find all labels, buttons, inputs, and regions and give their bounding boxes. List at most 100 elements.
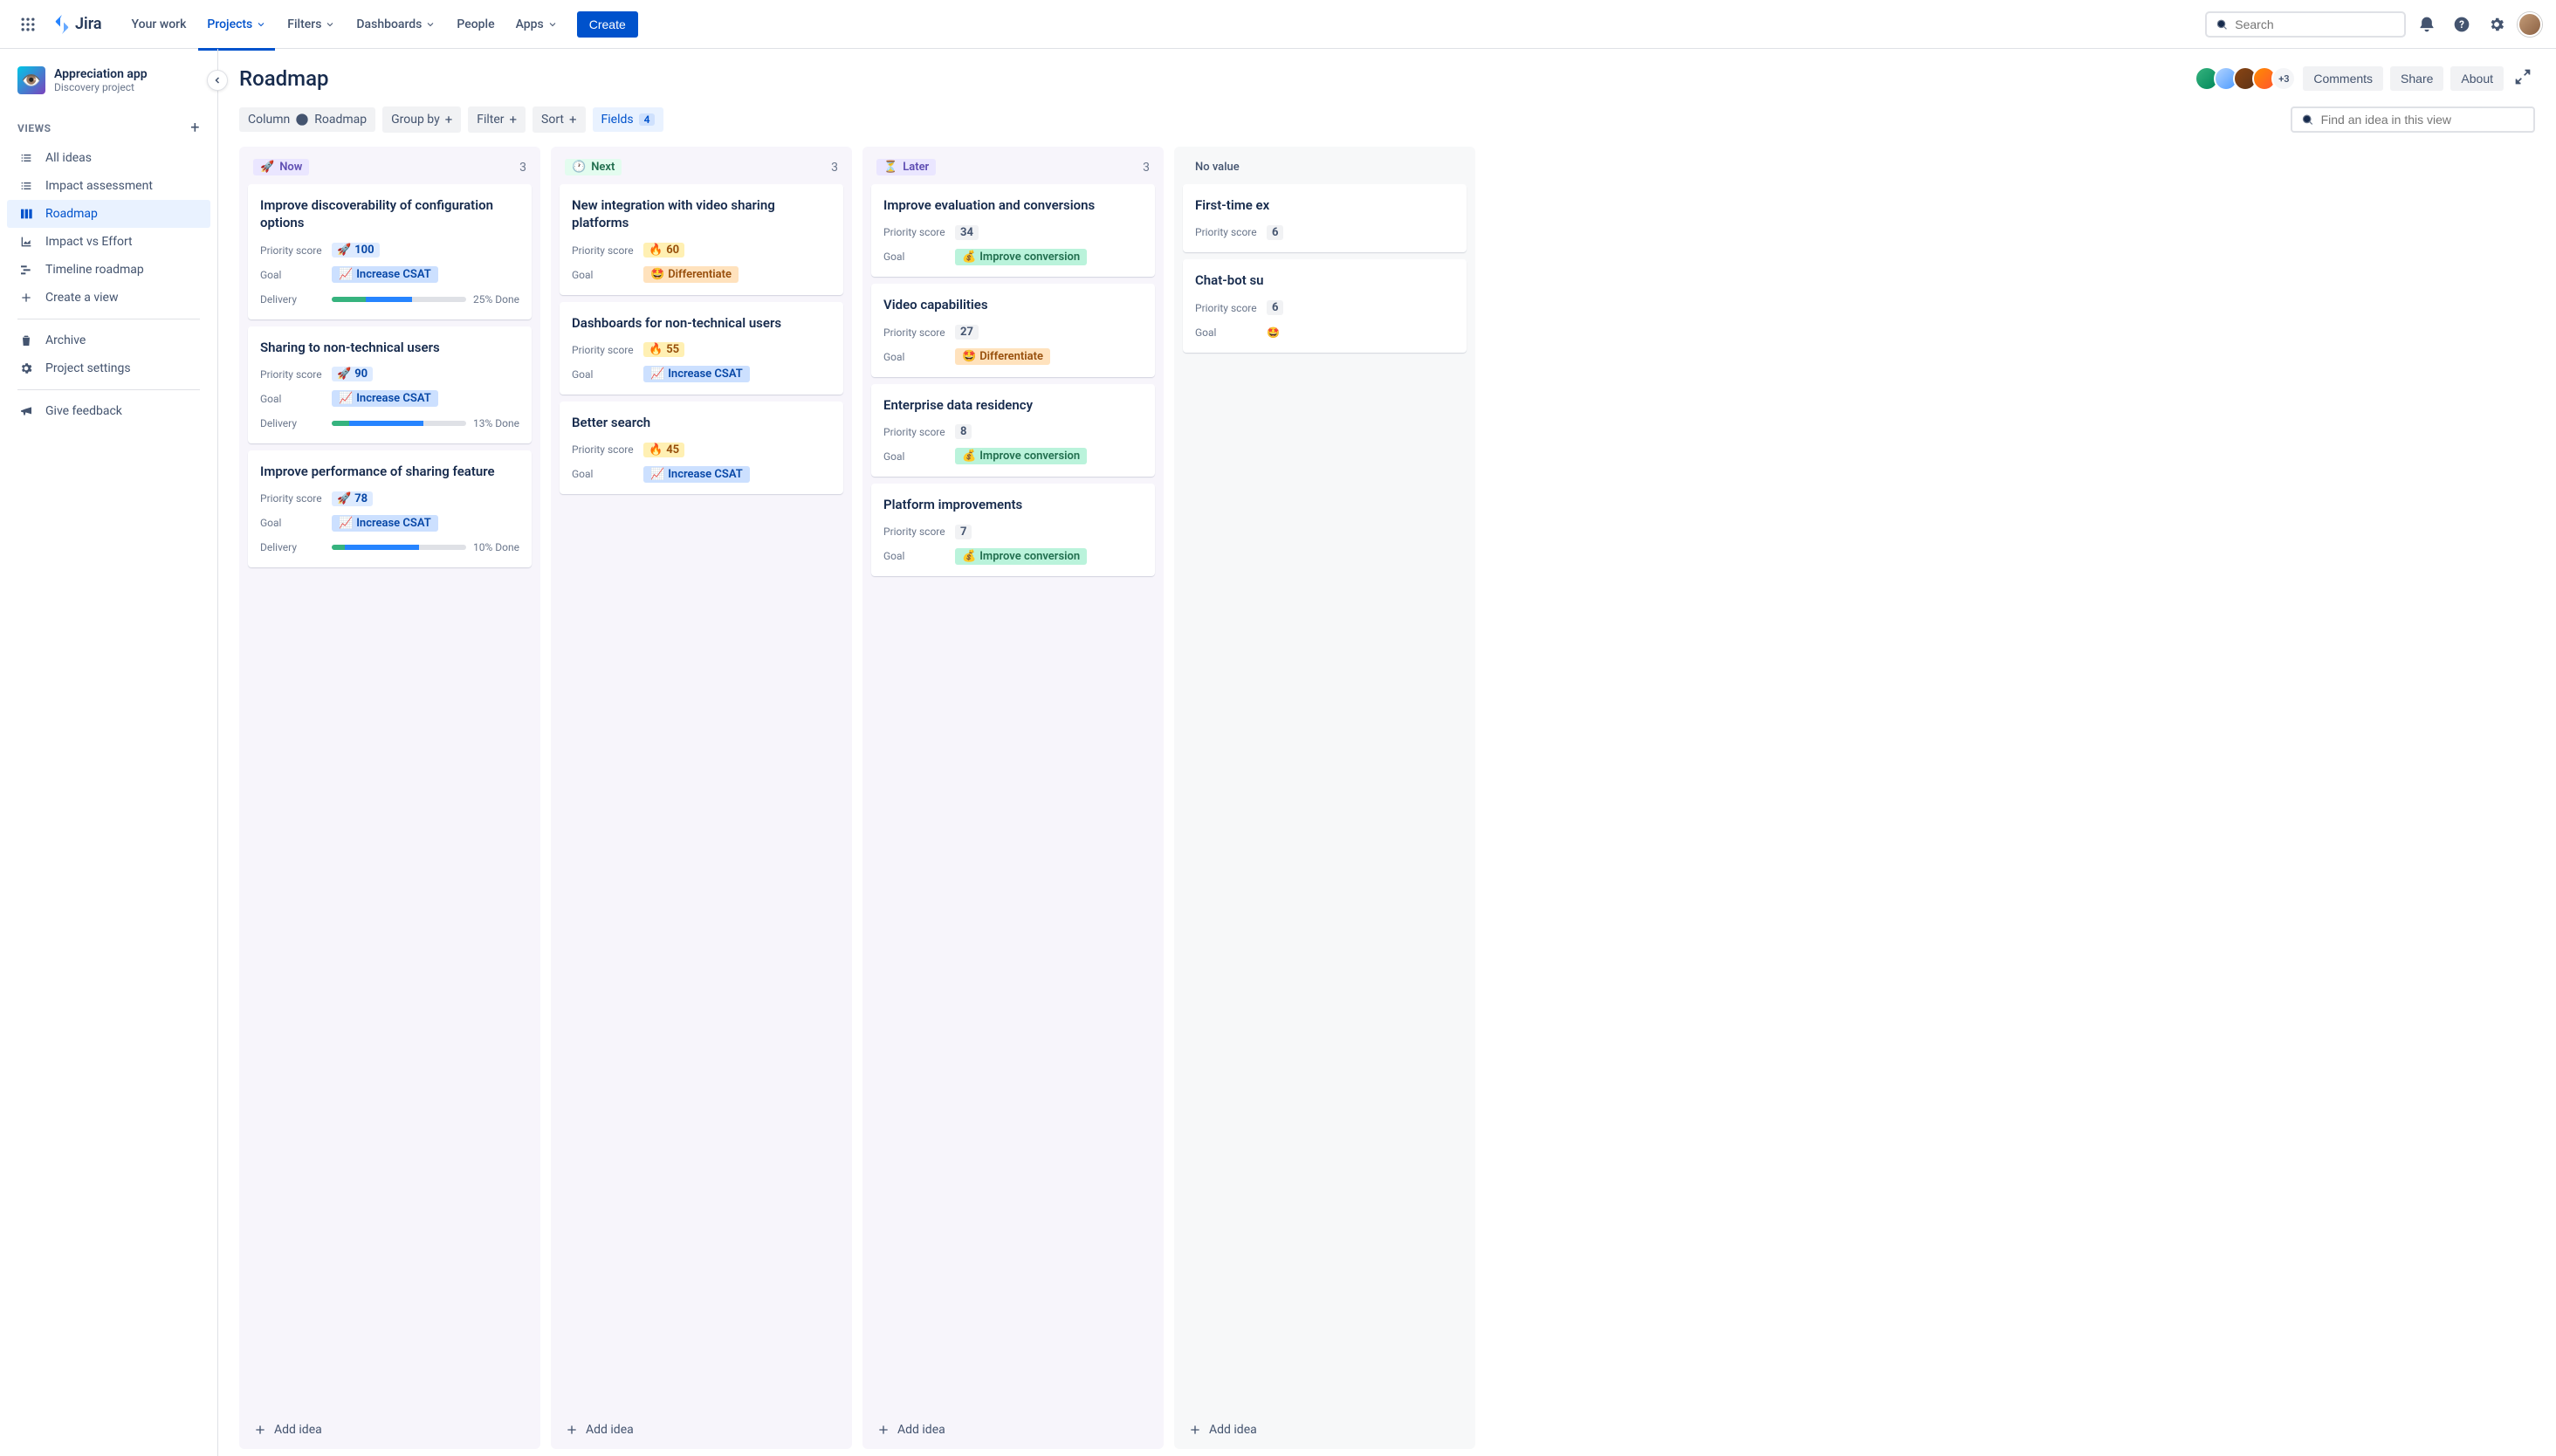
priority-label: Priority score xyxy=(572,244,643,257)
sidebar-item-timeline-roadmap[interactable]: Timeline roadmap xyxy=(7,256,210,284)
column-tag: 🚀Now xyxy=(253,159,309,175)
idea-card[interactable]: Improve evaluation and conversions Priori… xyxy=(871,184,1155,277)
nav-items: Your workProjectsFiltersDashboardsPeople… xyxy=(123,10,567,38)
find-input[interactable] xyxy=(2321,113,2525,127)
goal-label: Goal xyxy=(883,251,955,263)
sidebar-feedback[interactable]: Give feedback xyxy=(7,397,210,425)
goal-badge: 📈Increase CSAT xyxy=(643,366,750,382)
column-count: 3 xyxy=(1143,161,1150,175)
avatar-stack[interactable]: +3 xyxy=(2195,66,2296,91)
plus-icon xyxy=(17,291,35,305)
sidebar-item-roadmap[interactable]: Roadmap xyxy=(7,200,210,228)
create-button[interactable]: Create xyxy=(577,11,638,38)
column-chip[interactable]: Column Roadmap xyxy=(239,107,375,132)
board-icon xyxy=(17,207,35,221)
plus-icon xyxy=(565,1423,579,1437)
notifications-icon[interactable] xyxy=(2413,10,2441,38)
column-tag: ⏳Later xyxy=(876,159,936,175)
card-title: Platform improvements xyxy=(883,496,1143,513)
add-idea-button[interactable]: Add idea xyxy=(560,1414,843,1440)
search-input[interactable] xyxy=(2235,17,2395,31)
sidebar-item-impact-vs-effort[interactable]: Impact vs Effort xyxy=(7,228,210,256)
column-count: 3 xyxy=(831,161,838,175)
add-idea-button[interactable]: Add idea xyxy=(1183,1414,1467,1440)
idea-card[interactable]: First-time exPriority score6 xyxy=(1183,184,1467,252)
settings-icon[interactable] xyxy=(2483,10,2511,38)
nav-item-your-work[interactable]: Your work xyxy=(123,10,196,38)
idea-card[interactable]: Improve discoverability of configuration… xyxy=(248,184,532,319)
global-search[interactable] xyxy=(2205,11,2406,38)
sidebar-item-all-ideas[interactable]: All ideas xyxy=(7,144,210,172)
goal-badge: 💰Improve conversion xyxy=(955,448,1087,464)
idea-card[interactable]: Platform improvementsPriority score7Goal… xyxy=(871,484,1155,576)
chevron-down-icon xyxy=(256,19,266,30)
plus-icon: + xyxy=(445,112,453,127)
user-avatar[interactable] xyxy=(2518,12,2542,37)
board: 🚀Now 3 Improve discoverability of configur… xyxy=(239,147,2556,1456)
priority-score-badge: 🔥55 xyxy=(643,342,684,357)
idea-card[interactable]: Better searchPriority score🔥45Goal📈Incre… xyxy=(560,402,843,494)
goal-label: Goal xyxy=(572,468,643,480)
project-header[interactable]: 👁️ Appreciation app Discovery project xyxy=(7,66,210,112)
add-view-icon[interactable]: + xyxy=(190,119,200,137)
help-icon[interactable]: ? xyxy=(2448,10,2476,38)
delivery-percent: 10% Done xyxy=(473,541,519,553)
idea-card[interactable]: Enterprise data residencyPriority score8… xyxy=(871,384,1155,477)
sidebar: 👁️ Appreciation app Discovery project VI… xyxy=(0,49,218,1456)
top-nav: Jira Your workProjectsFiltersDashboardsP… xyxy=(0,0,2556,49)
add-idea-button[interactable]: Add idea xyxy=(871,1414,1155,1440)
chevron-down-icon xyxy=(325,19,335,30)
priority-label: Priority score xyxy=(883,226,955,238)
check-circle-icon xyxy=(295,113,309,127)
find-in-view[interactable] xyxy=(2291,106,2535,133)
card-title: Improve evaluation and conversions xyxy=(883,196,1143,214)
plus-icon: + xyxy=(569,112,577,127)
plus-icon xyxy=(876,1423,890,1437)
sort-chip[interactable]: Sort + xyxy=(532,106,585,133)
views-header: VIEWS + xyxy=(7,112,210,144)
priority-label: Priority score xyxy=(1195,302,1267,314)
gear-icon xyxy=(17,361,35,375)
comments-button[interactable]: Comments xyxy=(2303,66,2383,91)
priority-score-badge: 🔥60 xyxy=(643,243,684,258)
sidebar-item-impact-assessment[interactable]: Impact assessment xyxy=(7,172,210,200)
card-title: Sharing to non-technical users xyxy=(260,339,519,356)
goal-badge: 💰Improve conversion xyxy=(955,548,1087,565)
priority-score-badge: 🚀100 xyxy=(332,243,380,258)
column-header: 🕐Next3 xyxy=(560,155,843,184)
nav-item-dashboards[interactable]: Dashboards xyxy=(347,10,444,38)
jira-logo[interactable]: Jira xyxy=(45,15,109,34)
project-name: Appreciation app xyxy=(54,67,148,81)
list-icon xyxy=(17,179,35,193)
groupby-chip[interactable]: Group by + xyxy=(382,106,461,133)
fields-chip[interactable]: Fields 4 xyxy=(593,107,664,132)
idea-card[interactable]: Improve performance of sharing featurePr… xyxy=(248,450,532,567)
idea-card[interactable]: Dashboards for non-technical usersPriori… xyxy=(560,302,843,395)
avatar-more[interactable]: +3 xyxy=(2271,66,2296,91)
nav-item-projects[interactable]: Projects xyxy=(198,10,275,38)
idea-card[interactable]: Chat-bot suPriority score6Goal🤩 xyxy=(1183,259,1467,352)
add-idea-button[interactable]: Add idea xyxy=(248,1414,532,1440)
idea-card[interactable]: Sharing to non-technical usersPriority s… xyxy=(248,326,532,443)
nav-item-apps[interactable]: Apps xyxy=(507,10,567,38)
about-button[interactable]: About xyxy=(2450,66,2504,91)
idea-card[interactable]: New integration with video sharing platf… xyxy=(560,184,843,295)
app-switcher-icon[interactable] xyxy=(14,10,42,38)
card-title: Video capabilities xyxy=(883,296,1143,313)
sidebar-archive[interactable]: Archive xyxy=(7,326,210,354)
delivery-percent: 13% Done xyxy=(473,417,519,429)
card-title: Improve discoverability of configuration… xyxy=(260,196,519,232)
share-button[interactable]: Share xyxy=(2390,66,2443,91)
nav-item-filters[interactable]: Filters xyxy=(278,10,344,38)
idea-card[interactable]: Video capabilitiesPriority score27Goal🤩D… xyxy=(871,284,1155,376)
sidebar-item-create-a-view[interactable]: Create a view xyxy=(7,284,210,312)
views-label: VIEWS xyxy=(17,122,52,134)
collapse-sidebar-button[interactable] xyxy=(207,70,228,91)
expand-icon[interactable] xyxy=(2511,65,2535,93)
goal-badge: 📈Increase CSAT xyxy=(643,466,750,483)
filter-chip[interactable]: Filter + xyxy=(468,106,526,133)
sidebar-settings[interactable]: Project settings xyxy=(7,354,210,382)
chart-icon xyxy=(17,235,35,249)
trash-icon xyxy=(17,333,35,347)
nav-item-people[interactable]: People xyxy=(448,10,503,38)
